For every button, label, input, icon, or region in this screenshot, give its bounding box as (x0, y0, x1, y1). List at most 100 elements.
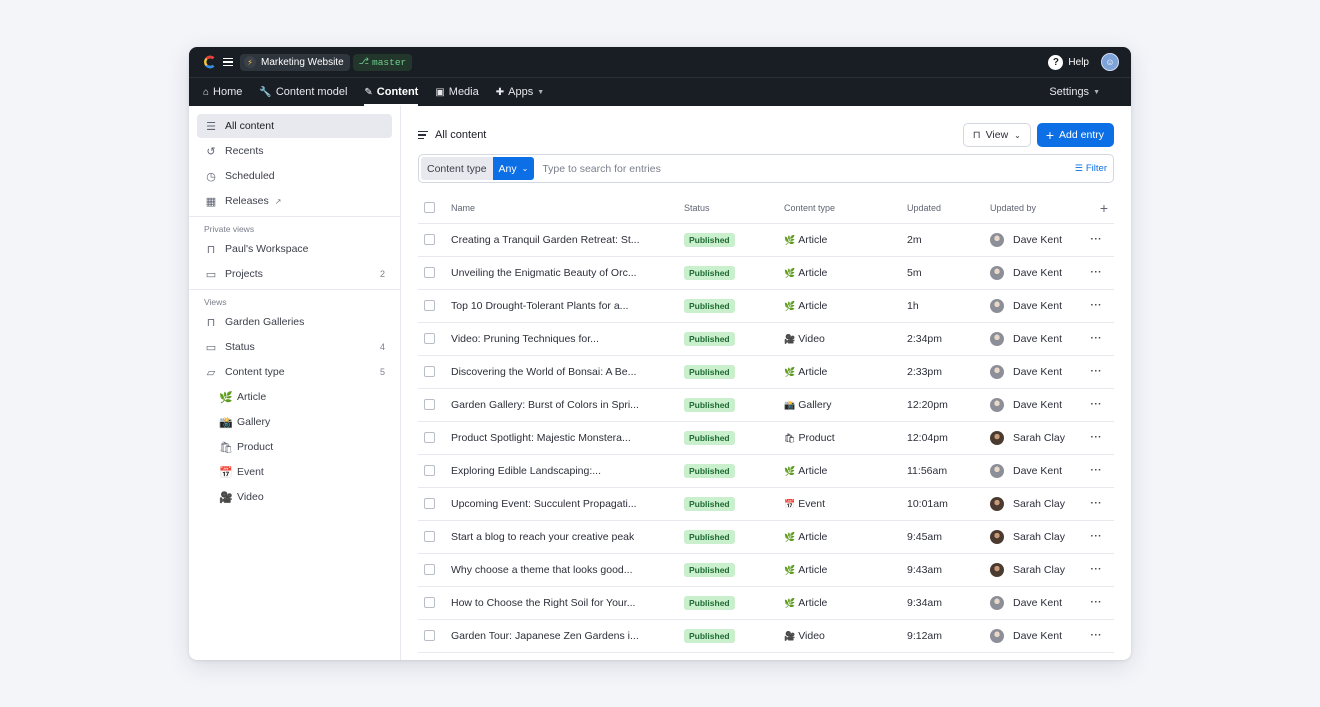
table-row[interactable]: Why choose a theme that looks good... Pub… (418, 553, 1114, 587)
sidebar-item-status[interactable]: ▭ Status 4 (197, 335, 392, 359)
content-type-filter-value[interactable]: Any ⌄ (492, 157, 535, 180)
more-actions-icon[interactable]: ··· (1090, 256, 1114, 290)
more-actions-icon[interactable]: ··· (1090, 421, 1114, 455)
more-actions-icon[interactable]: ··· (1090, 289, 1114, 323)
entry-name[interactable]: Why choose a theme that looks good... (451, 564, 633, 576)
row-checkbox[interactable] (424, 267, 435, 278)
column-header-updated-by[interactable]: Updated by (990, 193, 1090, 224)
content-type-icon: 🌿 (784, 465, 796, 476)
nav-content-model[interactable]: 🔧 Content model (259, 78, 347, 106)
more-actions-icon[interactable]: ··· (1090, 355, 1114, 389)
sidebar-item-all-content[interactable]: ☰ All content (197, 114, 392, 138)
table-row[interactable]: Video: Pruning Techniques for... Publishe… (418, 322, 1114, 356)
history-icon: ↺ (206, 145, 216, 158)
row-checkbox[interactable] (424, 366, 435, 377)
user-avatar[interactable]: ☺ (1101, 53, 1119, 71)
entry-name[interactable]: Start a blog to reach your creative peak (451, 531, 634, 543)
entry-name[interactable]: Creating a Tranquil Garden Retreat: St..… (451, 234, 640, 246)
sidebar-item-content-type[interactable]: ▱ Content type 5 (197, 360, 392, 384)
shopping-bag-icon: 🛍 (219, 441, 233, 454)
row-checkbox[interactable] (424, 399, 435, 410)
entry-name[interactable]: Top 10 Drought-Tolerant Plants for a... (451, 300, 628, 312)
row-checkbox[interactable] (424, 498, 435, 509)
status-badge: Published (684, 364, 735, 379)
content-type-filter-chip[interactable]: Content type (421, 157, 493, 180)
table-row[interactable]: Garden Tour: Japanese Zen Gardens i... Pu… (418, 619, 1114, 653)
nav-home[interactable]: ⌂ Home (203, 78, 242, 106)
more-actions-icon[interactable]: ··· (1090, 388, 1114, 422)
more-actions-icon[interactable]: ··· (1090, 223, 1114, 257)
more-actions-icon[interactable]: ··· (1090, 553, 1114, 587)
column-header-name[interactable]: Name (451, 193, 684, 224)
entry-name[interactable]: Video: Pruning Techniques for... (451, 333, 599, 345)
table-row[interactable]: Garden Gallery: Burst of Colors in Spri.… (418, 388, 1114, 422)
nav-media[interactable]: ▣ Media (435, 78, 478, 106)
table-row[interactable]: How to Choose the Right Soil for Your...… (418, 586, 1114, 620)
filter-button[interactable]: ☰ Filter (1075, 163, 1107, 174)
status-badge: Published (684, 232, 735, 247)
row-checkbox[interactable] (424, 531, 435, 542)
entry-name[interactable]: Product Spotlight: Majestic Monstera... (451, 432, 631, 444)
app-logo[interactable] (203, 55, 217, 69)
space-switcher[interactable]: ⚡ Marketing Website (240, 53, 350, 71)
sidebar-item-recents[interactable]: ↺ Recents (197, 139, 392, 163)
table-row[interactable]: Creating a Tranquil Garden Retreat: St..… (418, 223, 1114, 257)
table-row[interactable]: Upcoming Event: Succulent Propagati... Pu… (418, 487, 1114, 521)
content-type-label: Video (798, 332, 825, 345)
entry-name[interactable]: Garden Gallery: Burst of Colors in Spri.… (451, 399, 639, 411)
more-actions-icon[interactable]: ··· (1090, 454, 1114, 488)
sidebar-item-event[interactable]: 📅 Event (197, 460, 392, 484)
more-actions-icon[interactable]: ··· (1090, 487, 1114, 521)
more-actions-icon[interactable]: ··· (1090, 619, 1114, 653)
more-actions-icon[interactable]: ··· (1090, 322, 1114, 356)
entry-name[interactable]: Discovering the World of Bonsai: A Be... (451, 366, 636, 378)
sidebar-item-garden-galleries[interactable]: ⊓ Garden Galleries (197, 310, 392, 334)
sidebar-item-projects[interactable]: ▭ Projects 2 (197, 262, 392, 286)
sidebar-item-product[interactable]: 🛍 Product (197, 435, 392, 459)
entry-name[interactable]: Exploring Edible Landscaping:... (451, 465, 601, 477)
sidebar-item-label: Status (225, 341, 255, 353)
entry-name[interactable]: Garden Tour: Japanese Zen Gardens i... (451, 630, 639, 642)
row-checkbox[interactable] (424, 432, 435, 443)
column-header-updated[interactable]: Updated (907, 193, 990, 224)
sidebar-item-article[interactable]: 🌿 Article (197, 385, 392, 409)
sidebar-item-scheduled[interactable]: ◷ Scheduled (197, 164, 392, 188)
column-header-content-type[interactable]: Content type (784, 193, 907, 224)
row-checkbox[interactable] (424, 234, 435, 245)
search-input[interactable] (542, 162, 1075, 175)
menu-icon[interactable] (223, 56, 233, 69)
sidebar-item-pauls-workspace[interactable]: ⊓ Paul's Workspace (197, 237, 392, 261)
nav-apps[interactable]: ✚ Apps ▼ (496, 78, 544, 106)
table-row[interactable]: Discovering the World of Bonsai: A Be...… (418, 355, 1114, 389)
row-checkbox[interactable] (424, 465, 435, 476)
table-row[interactable]: Exploring Edible Landscaping:... Publishe… (418, 454, 1114, 488)
help-button[interactable]: ? Help (1048, 54, 1089, 70)
entry-name[interactable]: Upcoming Event: Succulent Propagati... (451, 498, 637, 510)
view-button[interactable]: ⊓ View ⌄ (962, 123, 1031, 147)
nav-content[interactable]: ✎ Content (364, 78, 418, 106)
filter-label: Filter (1085, 163, 1107, 174)
more-actions-icon[interactable]: ··· (1090, 520, 1114, 554)
select-all-checkbox[interactable] (424, 202, 435, 214)
row-checkbox[interactable] (424, 333, 435, 344)
column-header-status[interactable]: Status (684, 193, 784, 224)
row-checkbox[interactable] (424, 564, 435, 575)
environment-switcher[interactable]: ⎇ master (352, 53, 413, 71)
more-actions-icon[interactable]: ··· (1090, 586, 1114, 620)
table-row[interactable]: Unveiling the Enigmatic Beauty of Orc...… (418, 256, 1114, 290)
table-row[interactable]: Start a blog to reach your creative peak… (418, 520, 1114, 554)
sidebar-item-releases[interactable]: ▦ Releases ↗ (197, 189, 392, 213)
entry-name[interactable]: How to Choose the Right Soil for Your... (451, 597, 635, 609)
table-row[interactable]: Product Spotlight: Majestic Monstera... P… (418, 421, 1114, 455)
row-checkbox[interactable] (424, 300, 435, 311)
add-entry-button[interactable]: + Add entry (1036, 123, 1114, 147)
sidebar-item-gallery[interactable]: 📸 Gallery (197, 410, 392, 434)
table-row[interactable]: Top 10 Drought-Tolerant Plants for a... P… (418, 289, 1114, 323)
row-checkbox[interactable] (424, 630, 435, 641)
sidebar-item-video[interactable]: 🎥 Video (197, 485, 392, 509)
row-checkbox[interactable] (424, 597, 435, 608)
add-column-icon[interactable]: + (1090, 193, 1114, 224)
nav-settings[interactable]: Settings ▼ (1049, 78, 1100, 106)
entry-name[interactable]: Unveiling the Enigmatic Beauty of Orc... (451, 267, 637, 279)
sidebar-item-label: Product (237, 441, 274, 453)
